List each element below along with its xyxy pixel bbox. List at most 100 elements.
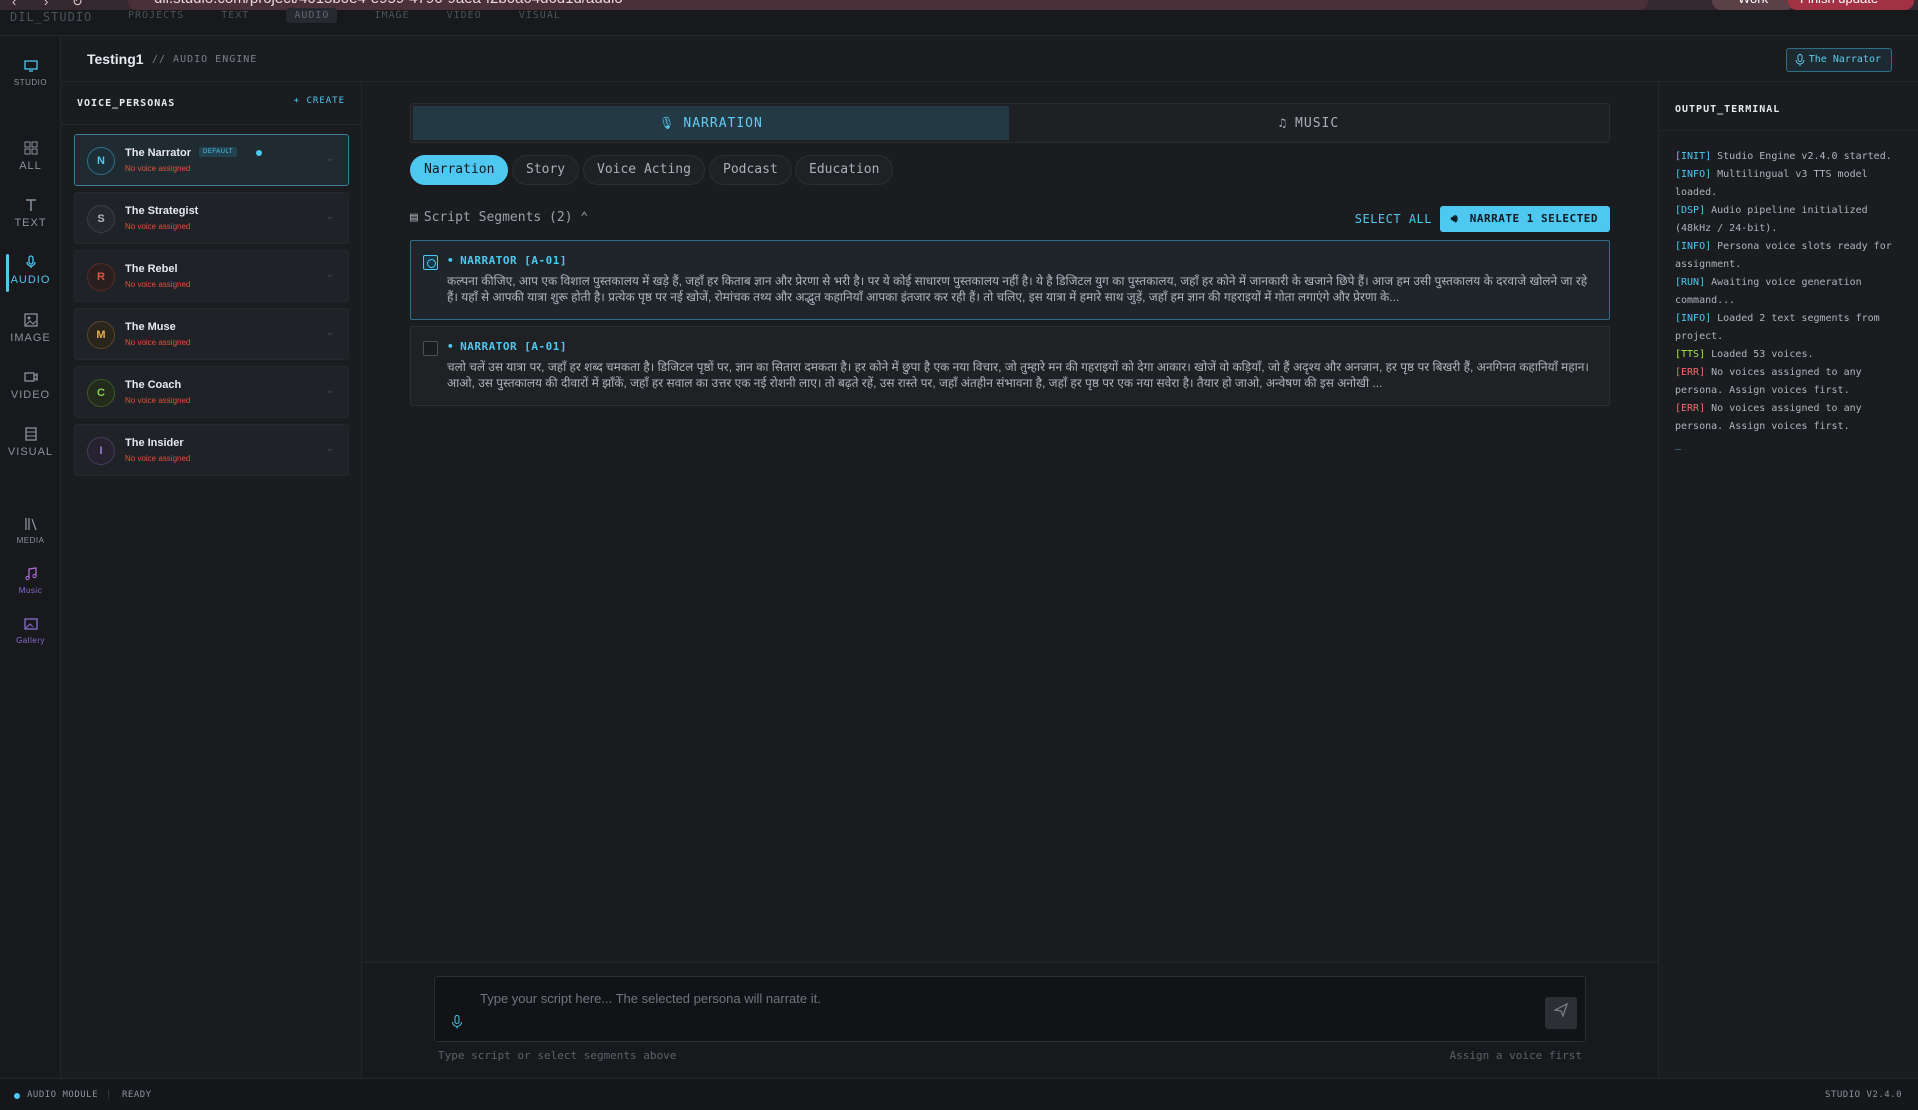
persona-card-muse[interactable]: M The Muse No voice assigned ⌄ <box>74 308 349 360</box>
terminal-line: [TTS] Loaded 53 voices. <box>1675 346 1909 364</box>
rail-studio[interactable]: STUDIO <box>0 58 61 87</box>
persona-name: The Strategist <box>125 205 199 217</box>
active-persona-pill[interactable]: The Narrator <box>1785 48 1892 72</box>
chevron-down-icon[interactable]: ⌄ <box>326 211 334 222</box>
status-bar: AUDIO MODULE | READY STUDIO V2.4.0 <box>0 1078 1918 1110</box>
nav-audio[interactable]: AUDIO <box>286 8 338 23</box>
log-text: Studio Engine v2.4.0 started. <box>1711 151 1892 162</box>
send-button[interactable] <box>1545 997 1577 1029</box>
log-level: [ERR] <box>1675 403 1706 414</box>
project-subtitle: // AUDIO ENGINE <box>152 54 258 65</box>
monitor-icon <box>23 60 38 72</box>
nav-visual[interactable]: VISUAL <box>519 10 561 21</box>
reload-icon[interactable]: ↻ <box>72 0 83 10</box>
rail-media[interactable]: MEDIA <box>0 516 61 545</box>
script-input[interactable]: Type your script here... The selected pe… <box>434 976 1586 1042</box>
persona-card-coach[interactable]: C The Coach No voice assigned ⌄ <box>74 366 349 418</box>
chevron-down-icon[interactable]: ⌄ <box>326 269 334 280</box>
nav-text[interactable]: TEXT <box>221 10 249 21</box>
script-segment[interactable]: NARRATOR [A-01] कल्पना कीजिए, आप एक विशा… <box>410 240 1610 320</box>
mic-icon: 🎙︎ <box>659 116 676 130</box>
project-title: Testing1 <box>87 51 144 67</box>
terminal-header: OUTPUT_TERMINAL <box>1675 104 1781 115</box>
brand-logo: DIL_STUDIO <box>10 10 93 24</box>
rail-media-label: MEDIA <box>16 536 45 545</box>
rail-gallery[interactable]: Gallery <box>0 616 61 645</box>
project-header: Testing1 // AUDIO ENGINE The Narrator <box>61 36 1918 82</box>
rail-music-label: Music <box>18 586 43 595</box>
status-module: AUDIO MODULE <box>27 1090 99 1100</box>
segment-checkbox[interactable] <box>423 341 438 356</box>
narrate-selected-button[interactable]: 🔊︎ NARRATE 1 SELECTED <box>1439 206 1610 232</box>
app-top-nav: DIL_STUDIO PROJECTS TEXT AUDIO IMAGE VID… <box>0 8 1918 36</box>
nav-image[interactable]: IMAGE <box>374 10 409 21</box>
segment-text: चलो चलें उस यात्रा पर, जहाँ हर शब्द चमकत… <box>447 360 1589 390</box>
persona-card-insider[interactable]: I The Insider No voice assigned ⌄ <box>74 424 349 476</box>
segments-label: Script Segments (2) <box>423 210 573 225</box>
log-level: [INFO] <box>1675 169 1712 180</box>
grid-icon <box>24 141 37 155</box>
persona-card-rebel[interactable]: R The Rebel No voice assigned ⌄ <box>74 250 349 302</box>
genre-chip-education[interactable]: Education <box>795 155 894 185</box>
status-state: READY <box>122 1090 152 1100</box>
create-persona-button[interactable]: + CREATE <box>294 96 345 106</box>
genre-chip-narration[interactable]: Narration <box>410 155 509 185</box>
rail-text[interactable]: TEXT <box>0 197 61 229</box>
library-icon <box>24 518 37 531</box>
persona-card-narrator[interactable]: N The Narrator DEFAULT No voice assigned… <box>74 134 349 186</box>
rail-visual[interactable]: VISUAL <box>0 426 61 458</box>
persona-status: No voice assigned <box>125 338 191 347</box>
chevron-down-icon[interactable]: ⌄ <box>326 385 334 396</box>
divider <box>1659 130 1918 131</box>
rail-audio-label: AUDIO <box>10 274 51 286</box>
script-input-placeholder: Type your script here... The selected pe… <box>480 991 821 1006</box>
composer-hint: Type script or select segments above <box>438 1049 677 1062</box>
persona-status: No voice assigned <box>125 280 191 289</box>
genre-chip-podcast[interactable]: Podcast <box>709 155 792 185</box>
finish-update-button[interactable]: Finish update <box>1788 0 1914 10</box>
music-icon: ♫ <box>1278 116 1288 130</box>
composer-warning: Assign a voice first <box>1449 1049 1582 1062</box>
log-level: [ERR] <box>1675 367 1706 378</box>
back-icon[interactable]: ‹ <box>12 0 16 9</box>
tab-narration[interactable]: 🎙︎ NARRATION <box>413 106 1009 140</box>
rail-music[interactable]: Music <box>0 566 61 595</box>
tab-music[interactable]: ♫ MUSIC <box>1011 106 1607 140</box>
persona-card-strategist[interactable]: S The Strategist No voice assigned ⌄ <box>74 192 349 244</box>
audio-icon <box>25 255 36 268</box>
nav-projects[interactable]: PROJECTS <box>128 10 184 21</box>
rail-all-label: ALL <box>19 160 42 172</box>
terminal-line: [ERR] No voices assigned to any persona.… <box>1675 364 1909 400</box>
forward-icon[interactable]: › <box>44 0 48 9</box>
rail-text-label: TEXT <box>14 217 47 229</box>
rail-audio[interactable]: AUDIO <box>0 254 61 292</box>
address-bar[interactable]: dii.studio.com/project/4015b0e4-e959-479… <box>128 0 1648 10</box>
select-all-button[interactable]: SELECT ALL <box>1355 212 1432 226</box>
terminal-line: [RUN] Awaiting voice generation command.… <box>1675 274 1909 310</box>
rail-image[interactable]: IMAGE <box>0 312 61 344</box>
log-level: [INFO] <box>1675 241 1712 252</box>
persona-status: No voice assigned <box>125 222 191 231</box>
log-text: Loaded 53 voices. <box>1705 349 1814 360</box>
tab-narration-label: NARRATION <box>683 116 763 131</box>
segments-toggle[interactable]: ▤ Script Segments (2) ⌃ <box>410 210 588 225</box>
document-icon: ▤ <box>410 210 418 225</box>
genre-chip-voice-acting[interactable]: Voice Acting <box>583 155 705 185</box>
log-level: [TTS] <box>1675 349 1706 360</box>
segment-checkbox[interactable] <box>423 255 438 270</box>
chevron-down-icon[interactable]: ⌄ <box>326 153 334 164</box>
persona-avatar: M <box>87 321 115 349</box>
genre-chip-story[interactable]: Story <box>512 155 580 185</box>
persona-name: The Insider <box>125 437 184 449</box>
chevron-down-icon[interactable]: ⌄ <box>326 443 334 454</box>
film-icon <box>24 427 37 441</box>
chevron-down-icon[interactable]: ⌄ <box>326 327 334 338</box>
persona-avatar: R <box>87 263 115 291</box>
nav-video[interactable]: VIDEO <box>447 10 482 21</box>
persona-name: The Rebel <box>125 263 178 275</box>
profile-button[interactable]: Work <box>1712 0 1794 10</box>
script-segment[interactable]: NARRATOR [A-01] चलो चलें उस यात्रा पर, ज… <box>410 326 1610 406</box>
mic-icon[interactable] <box>451 1015 463 1034</box>
rail-video[interactable]: VIDEO <box>0 369 61 401</box>
rail-all[interactable]: ALL <box>0 140 61 172</box>
